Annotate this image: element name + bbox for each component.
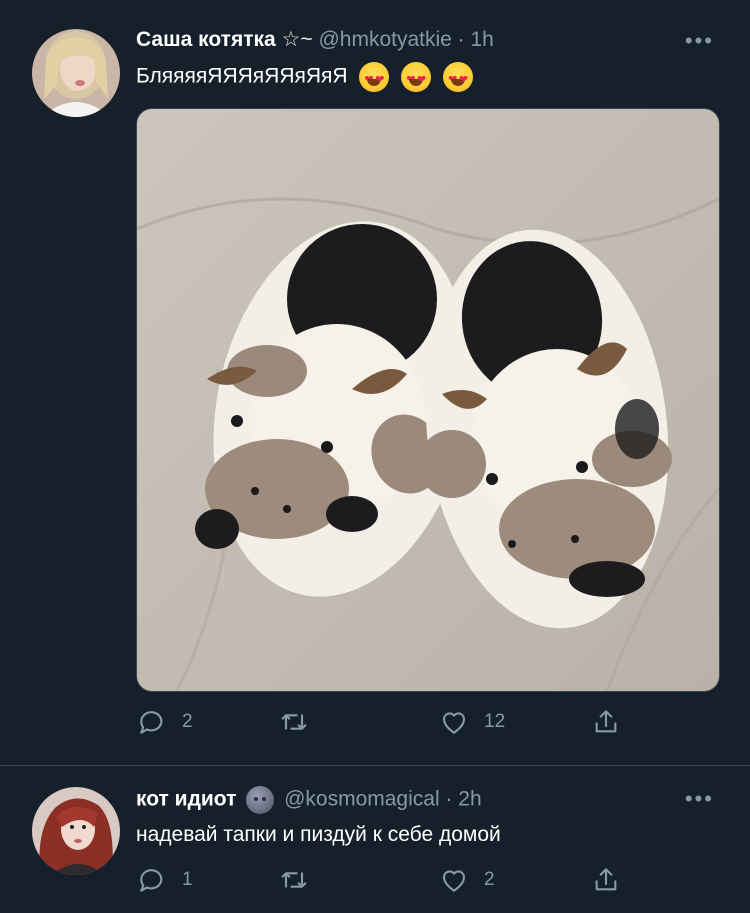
share-button[interactable] [590,706,622,738]
handle-time[interactable]: @hmkotyatkie · 1h [318,28,493,51]
avatar[interactable] [32,787,120,875]
heart-eyes-emoji-icon [401,62,432,93]
like-button[interactable]: 2 [438,864,495,896]
retweet-button[interactable] [278,864,324,896]
more-icon[interactable]: ••• [685,28,714,54]
tweet-photo[interactable] [136,108,720,692]
reply-icon [140,711,163,734]
like-button[interactable]: 12 [438,706,505,738]
display-name[interactable]: кот идиот [136,788,236,811]
heart-icon [442,870,466,892]
new-moon-face-emoji-icon [246,786,275,814]
reply-button[interactable]: 2 [136,706,193,738]
heart-icon [442,712,466,734]
share-button[interactable] [590,864,622,896]
reply-count: 1 [182,869,193,890]
reply-count: 2 [182,711,193,732]
tweet-header: Саша котятка ☆~ @hmkotyatkie · 1h [136,27,494,53]
retweet-icon [281,872,307,888]
share-icon [595,710,617,733]
tweet-text: БляяяяЯЯЯяЯЯяЯяЯ [136,62,474,93]
like-count: 12 [484,711,506,732]
tweet-header: кот идиот @kosmomagical · 2h [136,786,482,814]
tweet-actions: 2 12 [136,706,636,736]
heart-eyes-emoji-icon [359,62,390,93]
retweet-button[interactable] [278,706,324,738]
tweet-2[interactable]: кот идиот @kosmomagical · 2h ••• надевай… [0,766,750,913]
reply-icon [140,869,163,892]
reply-button[interactable]: 1 [136,864,193,896]
heart-eyes-emoji-icon [443,62,474,93]
tweet-actions: 1 2 [136,864,636,894]
avatar[interactable] [32,29,120,117]
tweet-text: надевай тапки и пиздуй к себе домой [136,823,501,846]
name-decoration: ☆~ [281,28,313,51]
retweet-icon [281,714,307,730]
tweet-text-content: БляяяяЯЯЯяЯЯяЯяЯ [136,64,348,88]
like-count: 2 [484,869,495,890]
more-icon[interactable]: ••• [685,786,714,812]
share-icon [595,868,617,891]
display-name[interactable]: Саша котятка [136,28,276,51]
tweet-1[interactable]: Саша котятка ☆~ @hmkotyatkie · 1h ••• Бл… [0,0,750,770]
handle-time[interactable]: @kosmomagical · 2h [284,788,482,811]
